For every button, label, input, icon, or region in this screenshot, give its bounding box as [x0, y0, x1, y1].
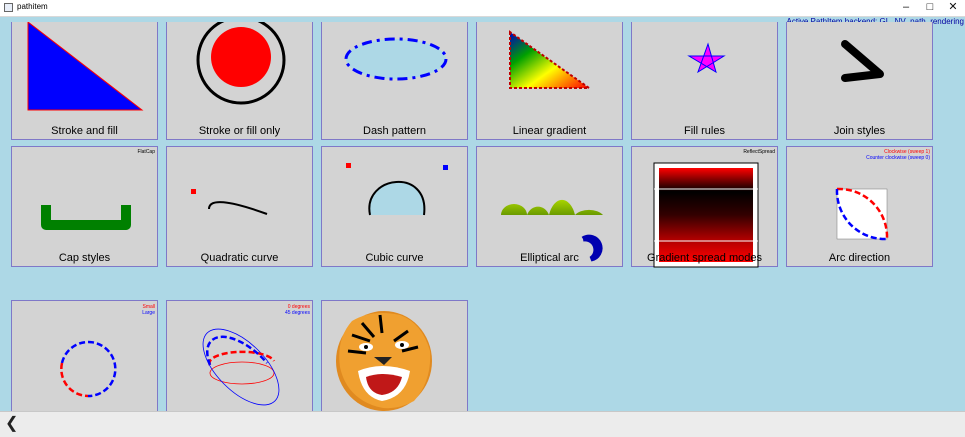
- tile-linear-gradient[interactable]: Linear gradient: [476, 22, 623, 140]
- minimize-button[interactable]: –: [894, 0, 918, 16]
- arc-direction-paths: [835, 187, 889, 241]
- app-icon: [4, 3, 13, 12]
- tile-stroke-and-fill[interactable]: Stroke and fill: [11, 22, 158, 140]
- tile-tiger[interactable]: [321, 300, 468, 412]
- tile-label: Dash pattern: [363, 125, 426, 137]
- tile-cap-styles[interactable]: FlatCap Cap styles: [11, 146, 158, 267]
- stroke-fill-triangle: [27, 22, 144, 111]
- arc-rotation-paths: [202, 328, 280, 406]
- quadratic-curve-path: [191, 189, 268, 215]
- tile-arc-rotation[interactable]: 0 degrees 45 degrees: [166, 300, 313, 412]
- title-bar: pathitem – □ ✕: [0, 0, 965, 17]
- tile-fill-rules[interactable]: Fill rules: [631, 22, 778, 140]
- tile-stroke-or-fill-only[interactable]: Stroke or fill only: [166, 22, 313, 140]
- arc-size-paths: [60, 340, 117, 398]
- dashed-ellipse: [344, 37, 448, 81]
- footer-toolbar: ❮: [0, 411, 965, 437]
- tile-label: Fill rules: [684, 125, 725, 137]
- tile-label: Linear gradient: [512, 125, 587, 137]
- join-polyline: [841, 40, 884, 82]
- cap-style-path: [41, 205, 131, 230]
- window-title: pathitem: [17, 2, 48, 11]
- close-button[interactable]: ✕: [941, 0, 965, 16]
- elliptical-arc-shapes: [501, 199, 603, 262]
- tile-join-styles[interactable]: Join styles: [786, 22, 933, 140]
- tile-label: Join styles: [833, 125, 886, 137]
- chevron-left-icon[interactable]: ❮: [5, 415, 18, 433]
- tile-cubic-curve[interactable]: Cubic curve: [321, 146, 468, 267]
- tile-label: Cap styles: [58, 252, 111, 264]
- tile-elliptical-arc[interactable]: Elliptical arc: [476, 146, 623, 267]
- gradient-triangle: [509, 30, 593, 89]
- tile-arc-size[interactable]: Small Large: [11, 300, 158, 412]
- tile-label: Gradient spread modes: [647, 252, 762, 264]
- gradient-spread-rect: [653, 162, 759, 268]
- tile-label: Stroke or fill only: [198, 125, 281, 137]
- cubic-curve-path: [346, 163, 448, 216]
- tile-quadratic-curve[interactable]: Quadratic curve: [166, 146, 313, 267]
- tile-label: Stroke and fill: [51, 125, 118, 137]
- tile-label: Cubic curve: [365, 252, 424, 264]
- star-shape: [687, 42, 726, 74]
- tile-dash-pattern[interactable]: Dash pattern: [321, 22, 468, 140]
- tile-label: Arc direction: [828, 252, 891, 264]
- tile-label: Elliptical arc: [520, 252, 579, 264]
- tile-label: Quadratic curve: [200, 252, 279, 264]
- tiger-image: [336, 311, 432, 411]
- stroke-fill-circles: [196, 22, 286, 105]
- maximize-button[interactable]: □: [918, 0, 942, 16]
- tile-arc-direction[interactable]: Clockwise (sweep 1) Counter clockwise (s…: [786, 146, 933, 267]
- tile-gradient-spread-modes[interactable]: ReflectSpread Gradient spread modes: [631, 146, 778, 268]
